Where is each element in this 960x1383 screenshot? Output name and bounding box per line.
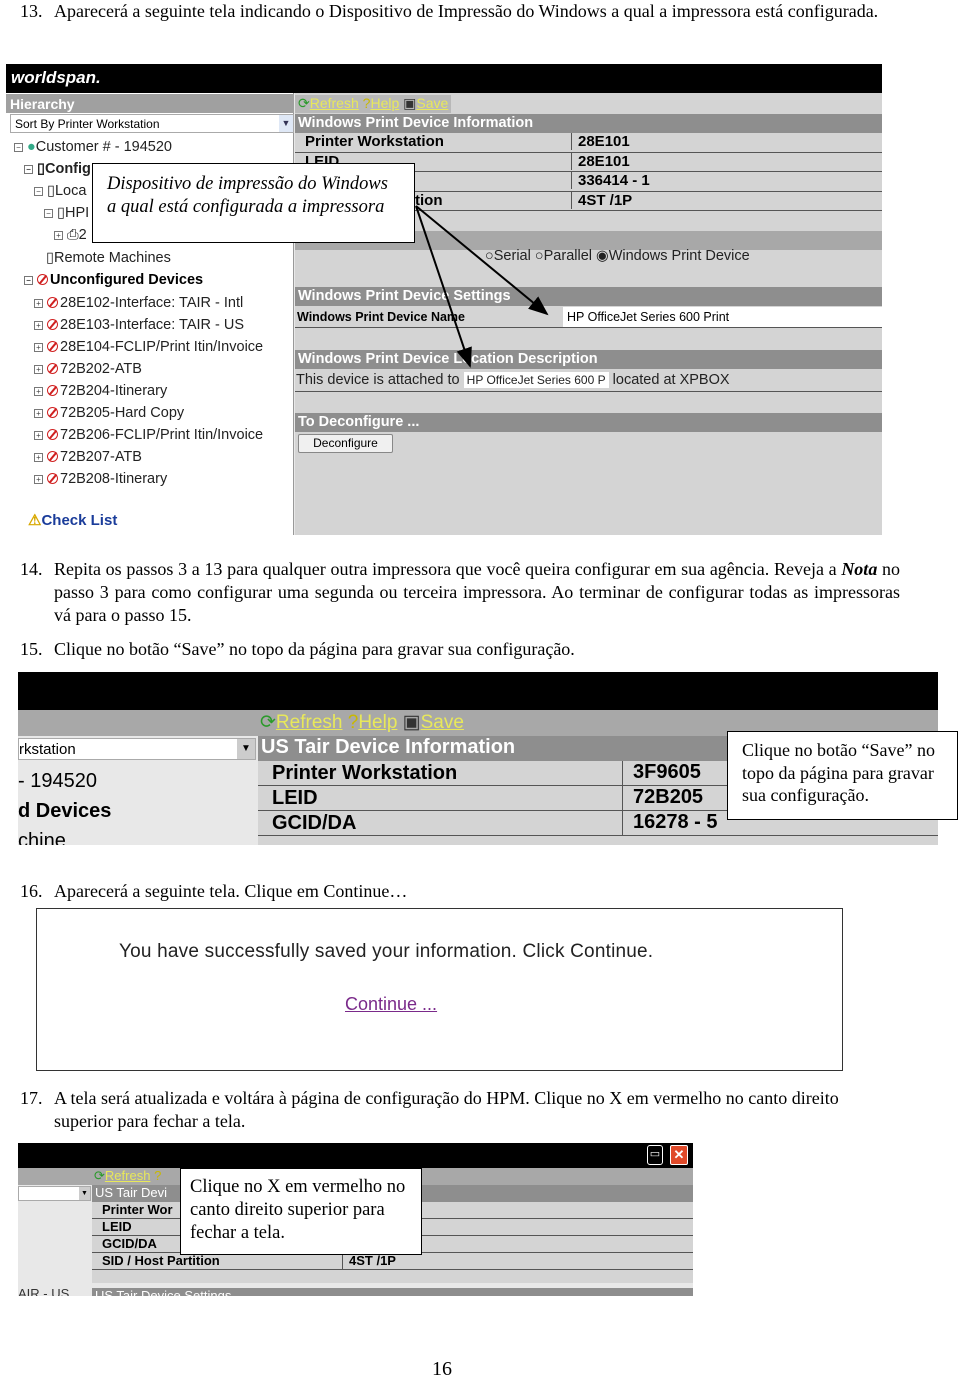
tree-item[interactable]: - 194520 bbox=[18, 770, 97, 793]
saved-message: You have successfully saved your informa… bbox=[119, 941, 654, 962]
refresh-link[interactable]: Refresh bbox=[276, 712, 343, 733]
refresh-icon: ⟳ bbox=[260, 712, 276, 733]
refresh-icon: ⟳ bbox=[94, 1168, 105, 1183]
tree-item: AIR - US bbox=[18, 1286, 70, 1296]
step-17: 17. A tela será atualizada e voltára à p… bbox=[20, 1088, 839, 1131]
sort-select[interactable]: rkstation ▼ bbox=[18, 738, 256, 760]
page-number: 16 bbox=[432, 1358, 452, 1380]
settings-header: US Tair Device Settings bbox=[92, 1288, 693, 1296]
save-icon: ▣ bbox=[402, 712, 421, 733]
step-15: 15. Clique no botão “Save” no topo da pá… bbox=[20, 639, 575, 659]
step-16: 16. Aparecerá a seguinte tela. Clique em… bbox=[20, 881, 408, 901]
tree-item[interactable]: chine bbox=[18, 830, 66, 845]
save-link[interactable]: Save bbox=[421, 712, 464, 733]
restore-button[interactable]: ▭ bbox=[647, 1145, 663, 1165]
arrow-to-device-name bbox=[415, 205, 549, 316]
continue-link[interactable]: Continue ... bbox=[345, 994, 437, 1015]
screenshot-saved-confirmation: You have successfully saved your informa… bbox=[36, 908, 843, 1071]
arrow-to-location bbox=[415, 205, 472, 368]
callout-save: Clique no botão “Save” no topo da página… bbox=[727, 731, 958, 820]
toolbar: ⟳Refresh ?Help ▣Save bbox=[260, 711, 464, 734]
chevron-down-icon: ▼ bbox=[237, 739, 255, 759]
table-row: SID / Host Partition 4ST /1P bbox=[92, 1253, 693, 1270]
callout-close: Clique no X em vermelho no canto direito… bbox=[180, 1168, 422, 1255]
help-link[interactable]: Help bbox=[358, 712, 397, 733]
step-14: 14. Repita os passos 3 a 13 para qualque… bbox=[20, 559, 901, 625]
close-button[interactable]: ✕ bbox=[670, 1145, 688, 1165]
toolbar: ⟳Refresh ? bbox=[94, 1168, 161, 1184]
help-icon: ? bbox=[154, 1168, 162, 1183]
tree-item[interactable]: d Devices bbox=[18, 800, 111, 823]
help-icon: ? bbox=[347, 712, 359, 733]
sort-select[interactable]: ▼ bbox=[18, 1186, 91, 1201]
chevron-down-icon: ▼ bbox=[79, 1187, 90, 1200]
refresh-link[interactable]: Refresh bbox=[105, 1168, 151, 1183]
